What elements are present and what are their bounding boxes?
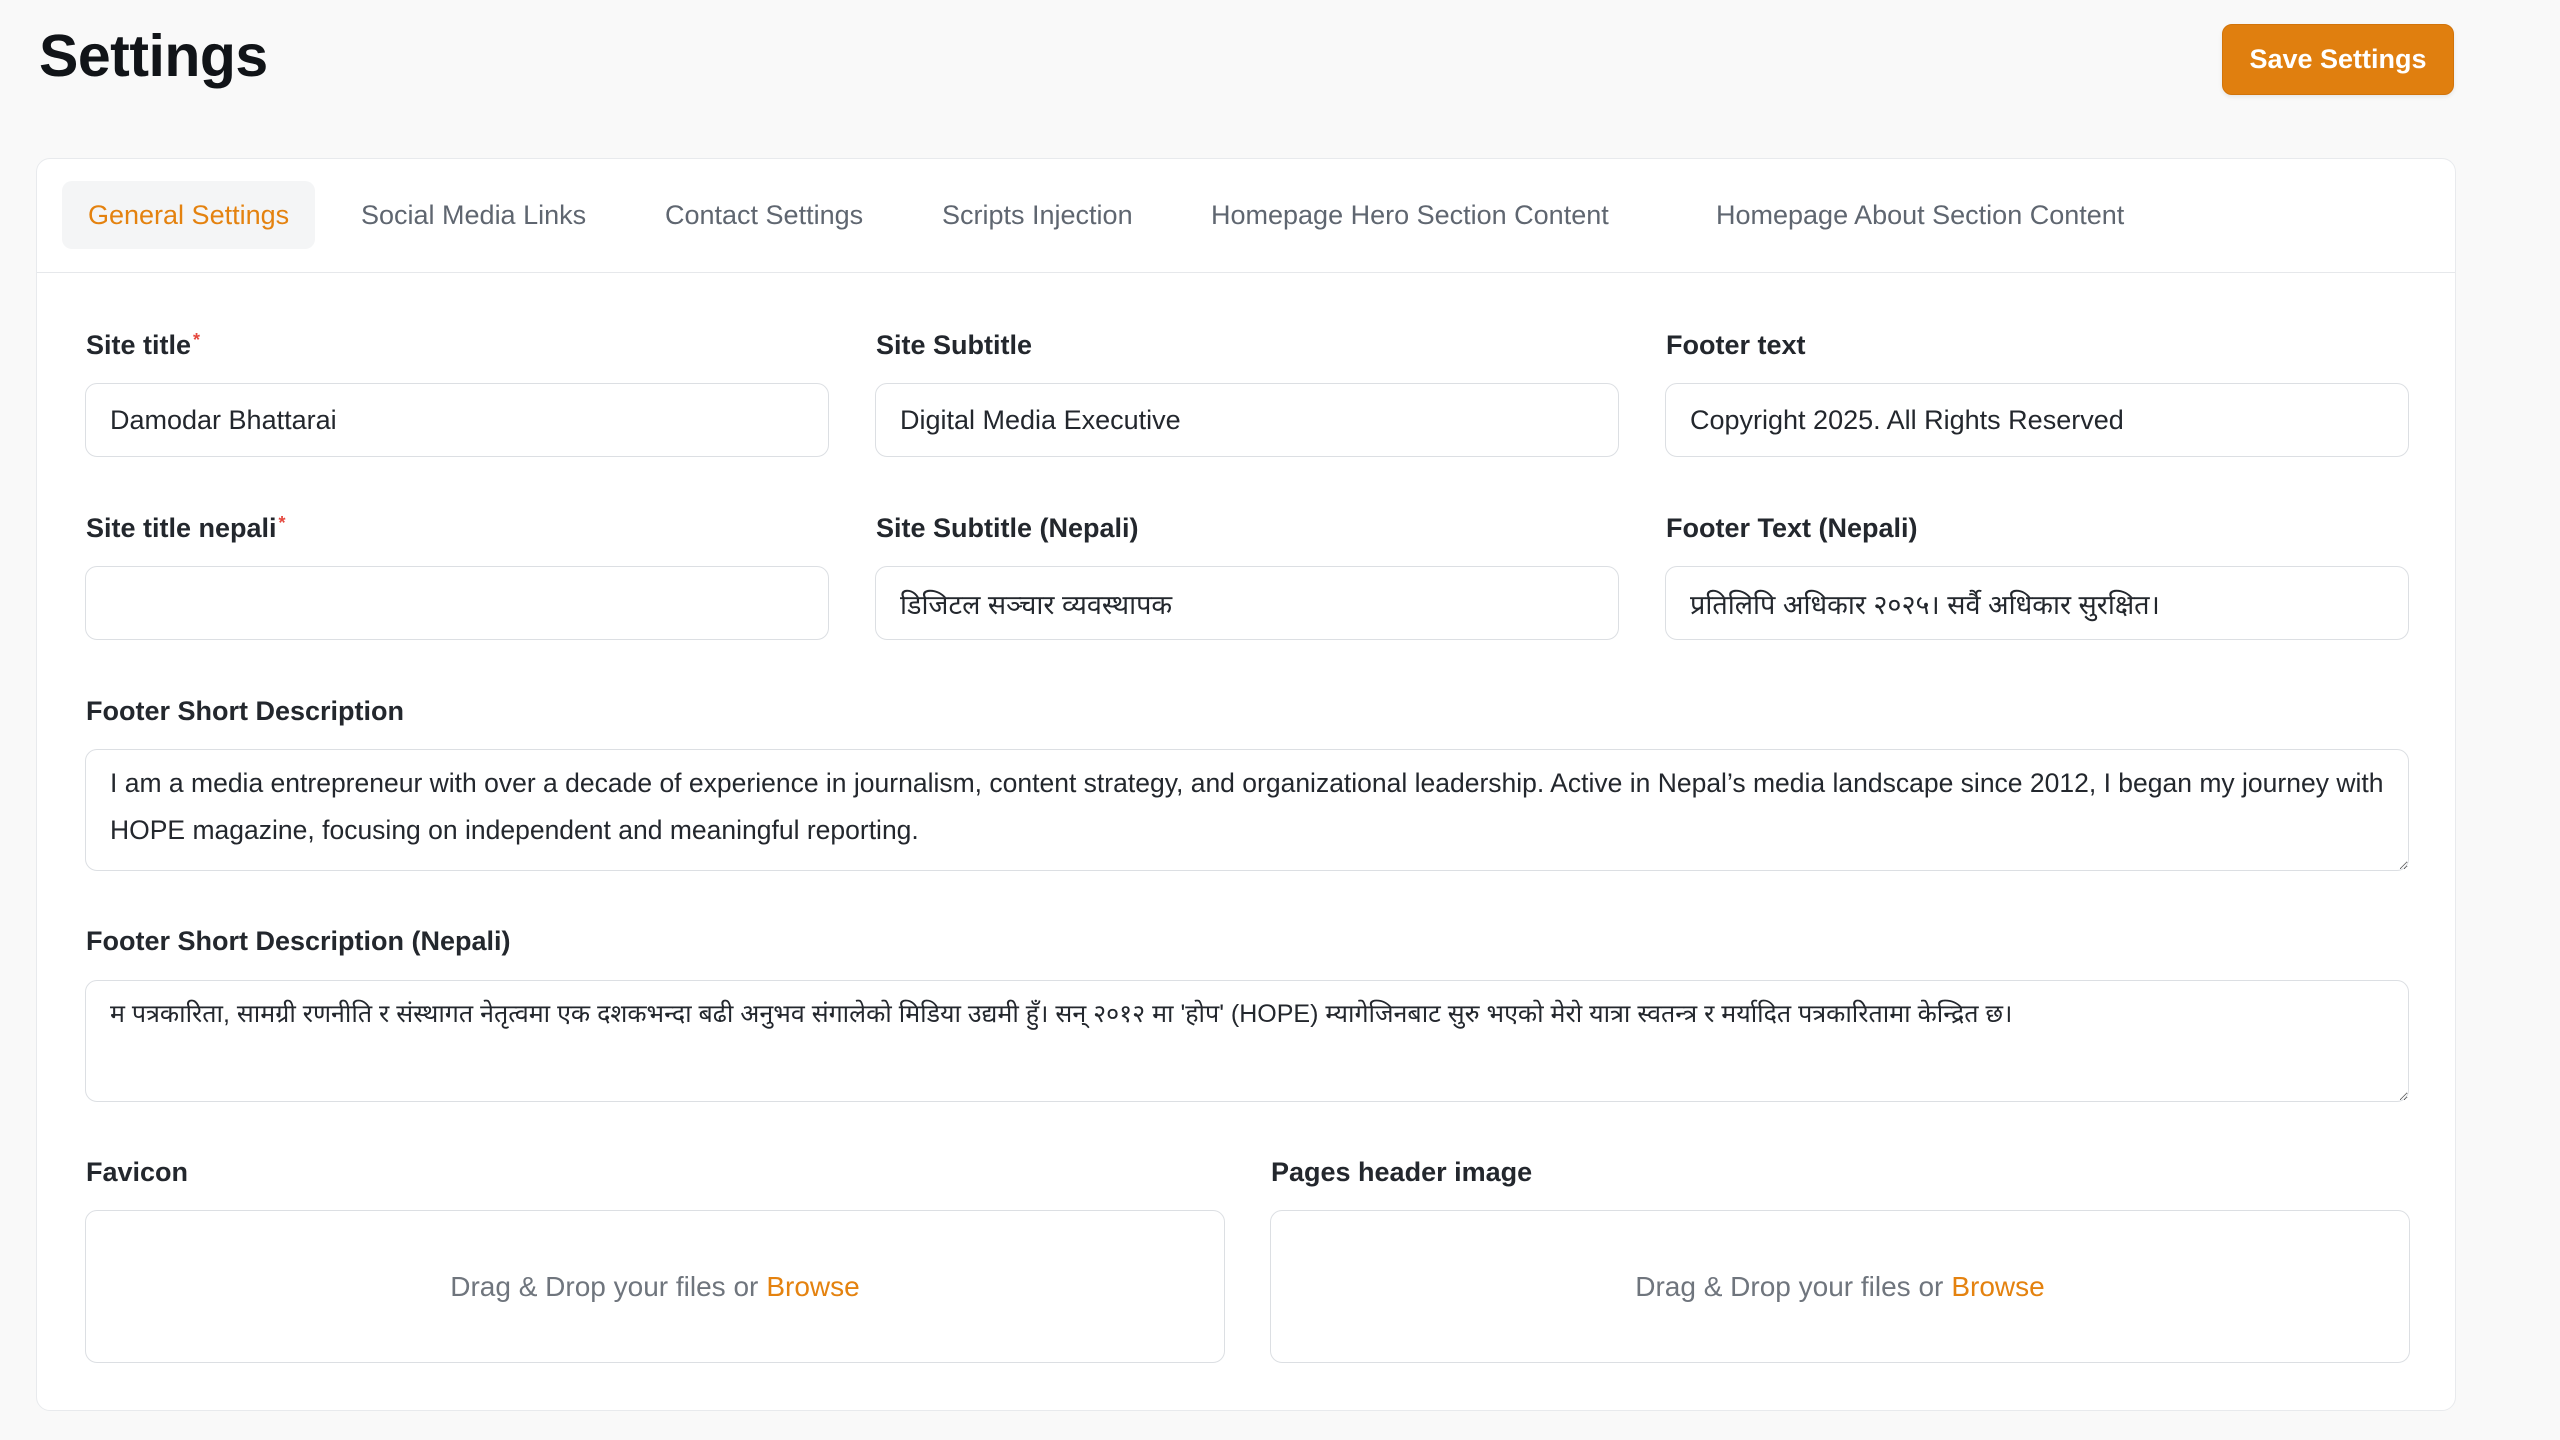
footer-short-description-nepali-label: Footer Short Description (Nepali) (86, 926, 511, 956)
required-marker: * (193, 330, 201, 350)
tab-general-settings[interactable]: General Settings (62, 181, 316, 249)
tab-social-media-links[interactable]: Social Media Links (335, 181, 612, 249)
footer-short-description-textarea[interactable]: I am a media entrepreneur with over a de… (85, 749, 2409, 871)
site-title-nepali-label: Site title nepali * (86, 513, 286, 544)
settings-tabs: General Settings Social Media Links Cont… (37, 159, 2455, 273)
tab-contact-settings[interactable]: Contact Settings (639, 181, 889, 249)
pages-header-image-dropzone[interactable]: Drag & Drop your files or Browse (1270, 1210, 2410, 1363)
footer-text-label: Footer text (1666, 330, 1806, 360)
pages-header-image-label: Pages header image (1271, 1157, 1533, 1187)
site-title-nepali-input[interactable] (85, 566, 829, 640)
pages-header-image-drop-text: Drag & Drop your files or (1635, 1270, 1944, 1302)
site-title-nepali-label-text: Site title nepali (86, 513, 277, 543)
favicon-browse-link[interactable]: Browse (766, 1271, 859, 1303)
favicon-drop-text: Drag & Drop your files or (450, 1270, 759, 1302)
footer-text-nepali-label: Footer Text (Nepali) (1666, 513, 1918, 543)
site-title-label-text: Site title (86, 330, 192, 360)
site-subtitle-nepali-input[interactable] (875, 566, 1619, 640)
site-subtitle-input[interactable] (875, 383, 1619, 457)
favicon-label: Favicon (86, 1157, 189, 1187)
page-title: Settings (39, 23, 268, 89)
settings-card: General Settings Social Media Links Cont… (36, 158, 2456, 1411)
tab-homepage-hero-section-content[interactable]: Homepage Hero Section Content (1185, 181, 1635, 249)
tab-homepage-about-section-content[interactable]: Homepage About Section Content (1690, 181, 2150, 249)
pages-header-image-browse-link[interactable]: Browse (1951, 1271, 2044, 1303)
footer-short-description-label: Footer Short Description (86, 696, 405, 726)
footer-short-description-nepali-textarea[interactable]: म पत्रकारिता, सामग्री रणनीति र संस्थागत … (85, 980, 2409, 1102)
footer-text-input[interactable] (1665, 383, 2409, 457)
favicon-dropzone[interactable]: Drag & Drop your files or Browse (85, 1210, 1225, 1363)
site-subtitle-label: Site Subtitle (876, 330, 1033, 360)
site-title-label: Site title * (86, 330, 200, 361)
footer-text-nepali-input[interactable] (1665, 566, 2409, 640)
tab-scripts-injection[interactable]: Scripts Injection (916, 181, 1159, 249)
save-settings-button[interactable]: Save Settings (2222, 24, 2454, 95)
required-marker: * (278, 513, 286, 533)
site-title-input[interactable] (85, 383, 829, 457)
site-subtitle-nepali-label: Site Subtitle (Nepali) (876, 513, 1139, 543)
